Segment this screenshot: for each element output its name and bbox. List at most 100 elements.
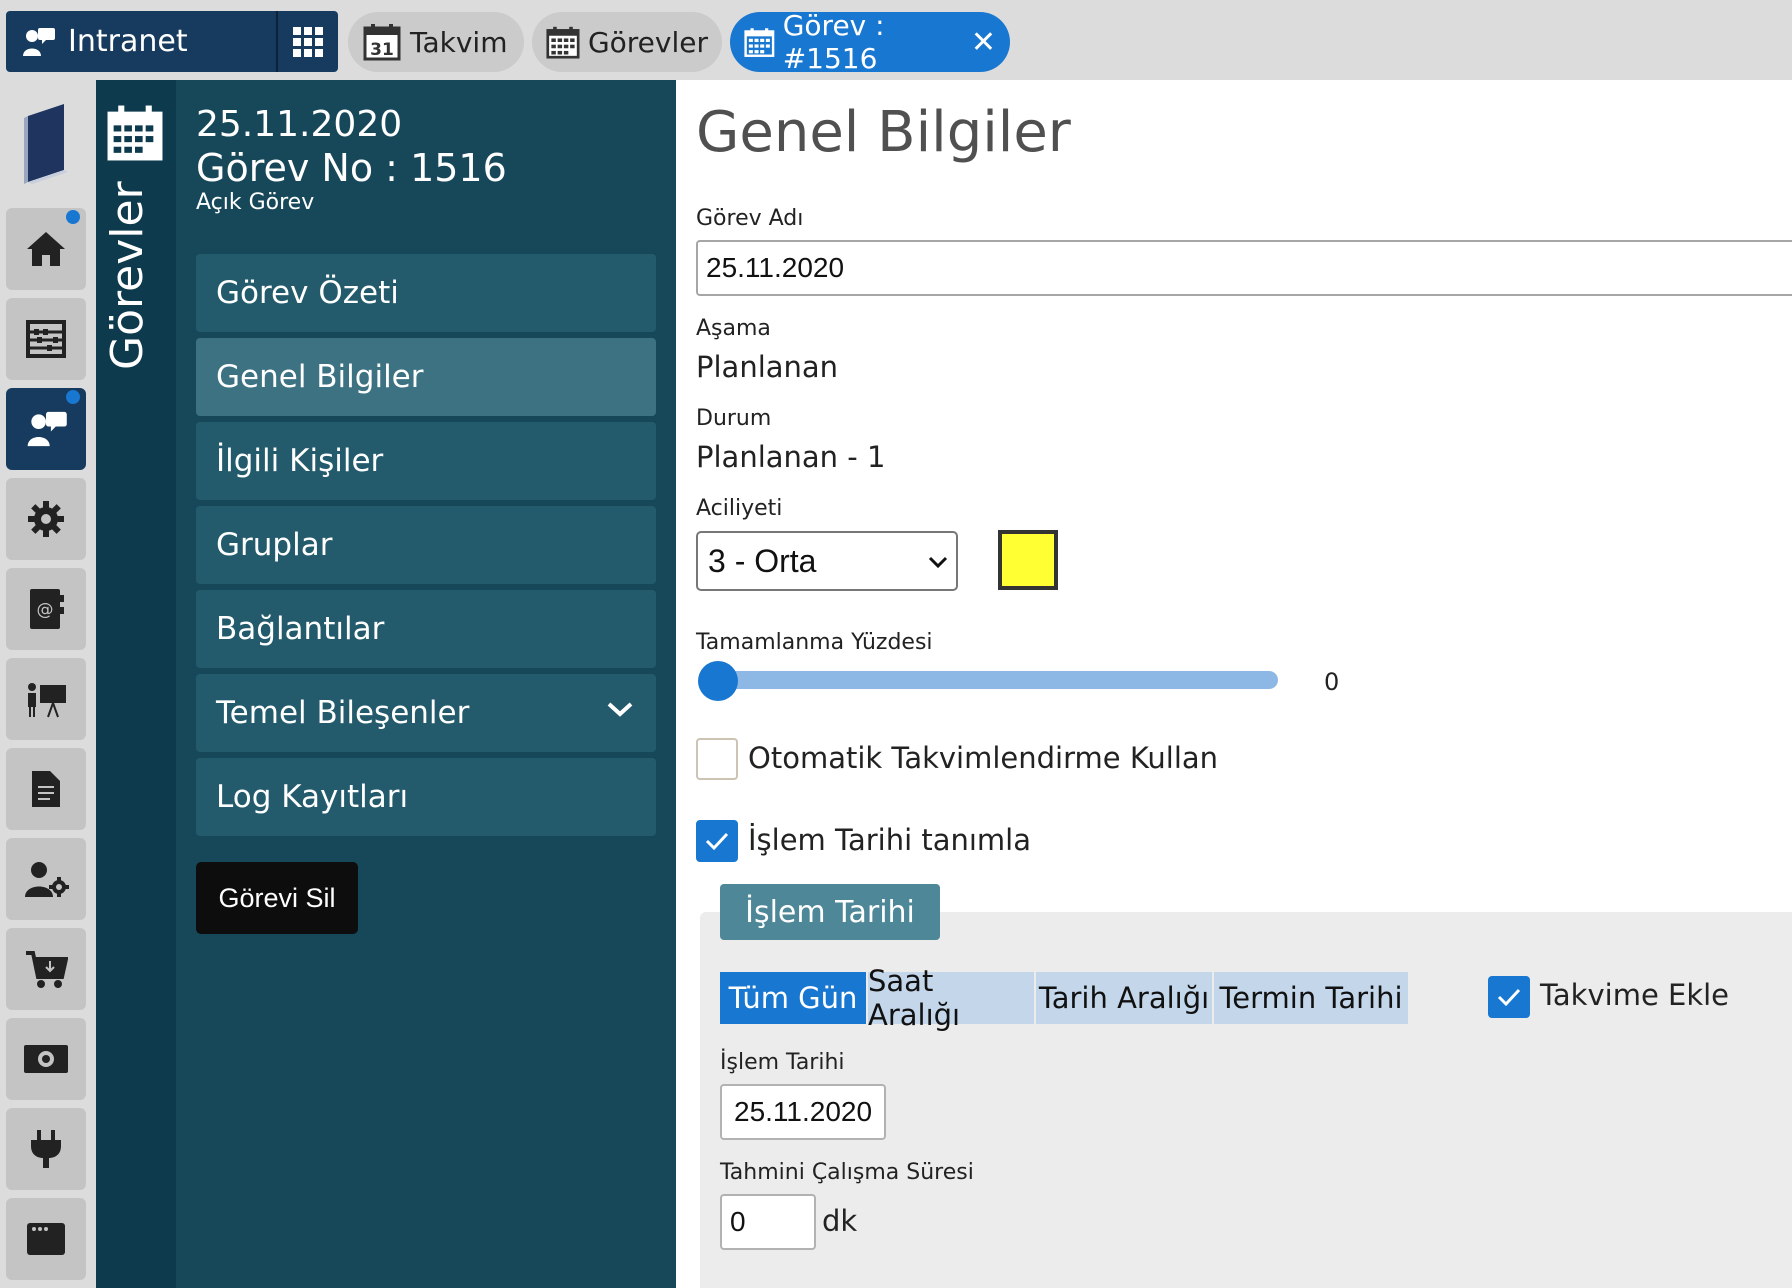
- define-date-label: İşlem Tarihi tanımla: [748, 823, 1032, 857]
- user-settings-icon: [25, 862, 69, 897]
- completion-label: Tamamlanma Yüzdesi: [696, 630, 933, 655]
- rail-user-settings-button[interactable]: [6, 838, 86, 920]
- plug-icon: [31, 1130, 61, 1168]
- nav-label: Temel Bileşenler: [216, 695, 470, 731]
- calendar-31-icon: 31: [363, 24, 401, 61]
- task-number: Görev No : 1516: [196, 146, 507, 190]
- nav-temel-bilesenler[interactable]: Temel Bileşenler: [196, 674, 656, 752]
- task-date: 25.11.2020: [196, 104, 403, 145]
- tab-takvim[interactable]: 31 Takvim: [348, 12, 524, 72]
- define-date-checkbox[interactable]: [696, 820, 738, 862]
- add-to-calendar-checkbox[interactable]: [1488, 976, 1530, 1018]
- task-status: Açık Görev: [196, 190, 315, 215]
- segment-tum-gun[interactable]: Tüm Gün: [720, 972, 866, 1024]
- task-name-input[interactable]: 25.11.2020: [696, 240, 1792, 296]
- stage-label: Aşama: [696, 316, 771, 341]
- segment-saat-araligi[interactable]: Saat Aralığı: [868, 964, 1034, 1032]
- rail-window-button[interactable]: [6, 1198, 86, 1280]
- home-icon: [27, 232, 65, 266]
- tab-label: Takvim: [410, 25, 508, 59]
- stage-value: Planlanan: [696, 350, 839, 384]
- segment-termin-tarihi[interactable]: Termin Tarihi: [1214, 972, 1408, 1024]
- duration-unit: dk: [822, 1204, 858, 1238]
- priority-value: 3 - Orta: [708, 542, 817, 579]
- check-icon: [705, 832, 729, 851]
- rail-home-button[interactable]: [6, 208, 86, 290]
- add-to-calendar-label: Takvime Ekle: [1540, 978, 1730, 1012]
- cart-icon: [26, 951, 68, 988]
- nav-label: İlgili Kişiler: [216, 443, 384, 479]
- close-icon[interactable]: ✕: [971, 25, 996, 60]
- process-date-tab[interactable]: İşlem Tarihi: [720, 884, 940, 940]
- status-label: Durum: [696, 406, 772, 431]
- gear-icon: [28, 501, 64, 537]
- svg-text:31: 31: [370, 40, 394, 60]
- brand-button[interactable]: Intranet: [6, 11, 338, 72]
- window-icon: [27, 1223, 65, 1255]
- segment-tarih-araligi[interactable]: Tarih Aralığı: [1036, 972, 1212, 1024]
- duration-label: Tahmini Çalışma Süresi: [720, 1160, 974, 1185]
- brand-label: Intranet: [68, 24, 188, 59]
- rail-plug-button[interactable]: [6, 1108, 86, 1190]
- rail-cart-button[interactable]: [6, 928, 86, 1010]
- priority-select[interactable]: 3 - Orta: [696, 531, 958, 591]
- section-strip: Görevler: [96, 80, 176, 1288]
- nav-label: Bağlantılar: [216, 611, 385, 647]
- priority-color-swatch: [998, 530, 1058, 590]
- auto-schedule-checkbox[interactable]: [696, 738, 738, 780]
- nav-label: Genel Bilgiler: [216, 359, 424, 395]
- completion-slider-track[interactable]: [706, 671, 1278, 689]
- calendar-grid-icon: [744, 28, 775, 57]
- notification-dot: [66, 390, 80, 404]
- page-title: Genel Bilgiler: [696, 100, 1071, 165]
- calendar-grid-icon: [546, 26, 580, 59]
- intranet-icon: [27, 411, 67, 447]
- rail-document-button[interactable]: [6, 748, 86, 830]
- status-value: Planlanan - 1: [696, 440, 886, 474]
- rail-money-button[interactable]: [6, 1018, 86, 1100]
- document-icon: [32, 771, 60, 807]
- rail-presentation-button[interactable]: [6, 658, 86, 740]
- chevron-down-icon: [607, 702, 633, 717]
- book-logo-icon: [20, 100, 72, 190]
- nav-log-kayitlari[interactable]: Log Kayıtları: [196, 758, 656, 836]
- money-icon: [24, 1045, 68, 1073]
- tab-label: Görevler: [587, 25, 708, 59]
- delete-task-button[interactable]: Görevi Sil: [196, 862, 358, 934]
- nav-ilgili-kisiler[interactable]: İlgili Kişiler: [196, 422, 656, 500]
- task-sidebar: 25.11.2020 Görev No : 1516 Açık Görev Gö…: [176, 80, 676, 1288]
- rail-intranet-button[interactable]: [6, 388, 86, 470]
- chevron-down-icon: [928, 556, 948, 569]
- top-bar: Intranet 31 Takvim Görevler Görev : #151…: [0, 0, 1792, 80]
- rail-abacus-button[interactable]: [6, 298, 86, 380]
- nav-gruplar[interactable]: Gruplar: [196, 506, 656, 584]
- grid-icon: [293, 26, 323, 57]
- section-label: Görevler: [102, 181, 153, 370]
- notification-dot: [66, 210, 80, 224]
- process-date-label: İşlem Tarihi: [720, 1050, 845, 1075]
- presentation-icon: [28, 683, 66, 718]
- duration-input[interactable]: 0: [720, 1194, 816, 1250]
- tab-gorev-1516[interactable]: Görev : #1516 ✕: [730, 9, 1010, 75]
- completion-value: 0: [1324, 668, 1340, 696]
- completion-slider-handle[interactable]: [698, 661, 738, 701]
- svg-text:@: @: [37, 600, 54, 620]
- rail-settings-button[interactable]: [6, 478, 86, 560]
- check-icon: [1497, 988, 1521, 1007]
- rail-address-book-button[interactable]: @: [6, 568, 86, 650]
- tab-gorevler[interactable]: Görevler: [532, 12, 722, 72]
- nav-gorev-ozeti[interactable]: Görev Özeti: [196, 254, 656, 332]
- intranet-icon: [20, 24, 56, 60]
- nav-label: Gruplar: [216, 527, 333, 563]
- nav-label: Log Kayıtları: [216, 779, 409, 815]
- process-date-input[interactable]: 25.11.2020: [720, 1084, 886, 1140]
- apps-grid-button[interactable]: [278, 11, 338, 72]
- task-name-label: Görev Adı: [696, 206, 804, 231]
- tab-label: Görev : #1516: [782, 9, 885, 75]
- abacus-icon: [26, 320, 66, 358]
- nav-baglantilar[interactable]: Bağlantılar: [196, 590, 656, 668]
- auto-schedule-label: Otomatik Takvimlendirme Kullan: [748, 741, 1219, 775]
- priority-label: Aciliyeti: [696, 496, 783, 521]
- nav-genel-bilgiler[interactable]: Genel Bilgiler: [196, 338, 656, 416]
- nav-label: Görev Özeti: [216, 275, 399, 311]
